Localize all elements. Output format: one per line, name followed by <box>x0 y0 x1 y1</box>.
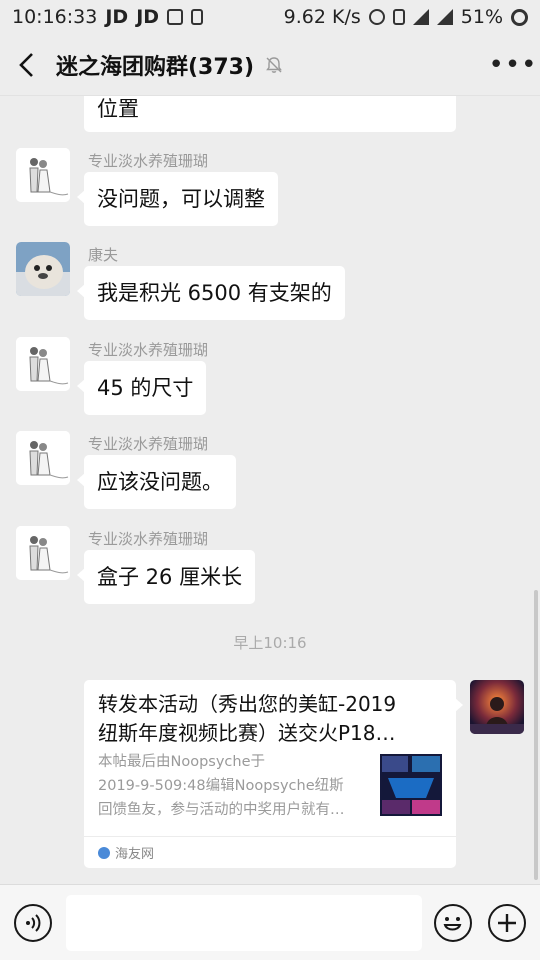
message-bubble[interactable]: 应该没问题。 <box>77 455 236 509</box>
emoji-button[interactable] <box>434 904 472 942</box>
card-description: 本帖最后由Noopsyche于 2019-9-509:48编辑Noopsyche… <box>98 754 345 818</box>
message-text: 我是积光 6500 有支架的 <box>97 281 332 305</box>
card-source: 海友网 <box>84 836 456 868</box>
voice-input-button[interactable] <box>14 904 52 942</box>
message-bubble[interactable]: 没问题，可以调整 <box>77 172 278 226</box>
battery-icon <box>511 8 528 26</box>
more-functions-button[interactable] <box>488 904 526 942</box>
message-bubble[interactable]: 位置 <box>84 96 456 132</box>
avatar[interactable] <box>16 526 70 580</box>
message-bubble[interactable]: 盒子 26 厘米长 <box>76 550 256 604</box>
battery-percent: 51% <box>460 6 503 28</box>
chat-scrollbar[interactable] <box>534 590 538 880</box>
sim-icon <box>191 9 204 25</box>
jd-icon: JD <box>105 6 129 28</box>
sender-name: 专业淡水养殖珊瑚 <box>88 341 209 359</box>
chat-title: 迷之海团购群(373) <box>56 54 255 80</box>
message-bubble[interactable]: 我是积光 6500 有支架的 <box>77 266 345 320</box>
signal-icon <box>436 9 453 25</box>
sender-name: 专业淡水养殖珊瑚 <box>88 435 209 453</box>
status-bar: 10:16:33 JD JD 9.62 K/s 51% <box>0 0 540 34</box>
avatar[interactable] <box>16 242 70 296</box>
chevron-left-icon <box>19 52 33 77</box>
message-text: 应该没问题。 <box>97 470 223 494</box>
back-button[interactable] <box>0 34 54 96</box>
avatar[interactable] <box>470 680 524 734</box>
sender-name: 专业淡水养殖珊瑚 <box>88 530 209 548</box>
image-icon <box>167 9 184 25</box>
mute-bell-icon <box>266 56 282 73</box>
message-timestamp: 早上10:16 <box>233 634 307 652</box>
chat-header: 迷之海团购群(373) ••• <box>0 34 540 96</box>
message-text: 位置 <box>97 97 139 121</box>
voice-icon <box>26 914 41 932</box>
card-thumbnail <box>380 754 442 816</box>
chat-messages[interactable]: 位置 专业淡水养殖珊瑚 没问题，可以调整 康夫 我是积光 6500 有支架的 专… <box>0 96 540 884</box>
shared-link-card[interactable]: 转发本活动（秀出您的美缸-2019 纽斯年度视频比赛）送交火P18… 本帖最后由… <box>84 680 463 868</box>
more-options-button[interactable]: ••• <box>486 34 540 96</box>
plus-icon <box>498 914 516 932</box>
message-input-bar <box>0 884 540 960</box>
jd-icon: JD <box>136 6 160 28</box>
message-input[interactable] <box>66 895 422 951</box>
network-speed: 9.62 K/s <box>283 6 361 28</box>
status-time: 10:16:33 <box>12 6 98 28</box>
message-text: 盒子 26 厘米长 <box>97 565 243 589</box>
avatar[interactable] <box>16 148 70 202</box>
avatar[interactable] <box>16 337 70 391</box>
alarm-icon <box>368 9 385 25</box>
emoji-icon <box>443 917 462 931</box>
avatar[interactable] <box>16 431 70 485</box>
message-text: 没问题，可以调整 <box>97 187 265 211</box>
message-text: 45 的尺寸 <box>97 376 194 400</box>
vibrate-icon <box>392 9 405 25</box>
card-title: 转发本活动（秀出您的美缸-2019 纽斯年度视频比赛）送交火P18… <box>98 692 397 745</box>
card-source-label: 海友网 <box>115 847 155 862</box>
message-bubble[interactable]: 45 的尺寸 <box>76 361 207 415</box>
sender-name: 康夫 <box>88 246 119 264</box>
signal-icon <box>412 9 429 25</box>
source-logo-icon <box>98 846 110 859</box>
sender-name: 专业淡水养殖珊瑚 <box>88 152 209 170</box>
